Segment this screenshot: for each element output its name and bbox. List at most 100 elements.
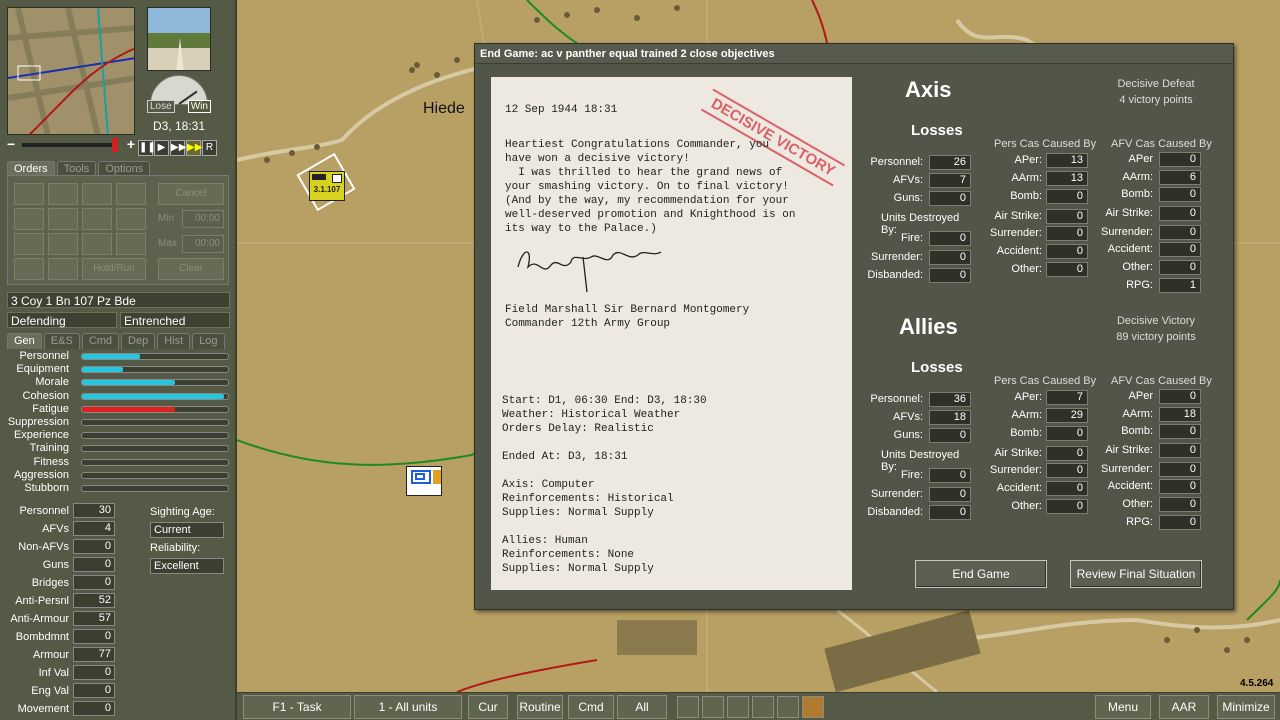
axis-pers-aarm: 13 [1046, 171, 1088, 186]
time-increase-icon[interactable]: + [127, 136, 135, 152]
minimap[interactable] [7, 7, 135, 135]
bomb-pers-label: Bomb: [1010, 427, 1042, 439]
order-button-5[interactable] [14, 208, 44, 230]
up-arrow-icon[interactable] [777, 696, 799, 718]
commander-icon[interactable] [802, 696, 824, 718]
tab-log[interactable]: Log [192, 333, 225, 349]
time-decrease-icon[interactable]: − [7, 136, 15, 152]
axis-pers-air: 0 [1046, 209, 1088, 224]
hold-run-button[interactable]: Hold/Run [82, 258, 146, 280]
accident-pers-label: Accident: [996, 482, 1042, 494]
order-button-10[interactable] [48, 233, 78, 255]
other-pers-label: Other: [1011, 263, 1042, 275]
attribute-track [81, 445, 229, 453]
end-game-button[interactable]: End Game [915, 560, 1047, 588]
fastest-button[interactable]: ▶▶▶ [186, 140, 210, 156]
aper-afv-label: APer [1128, 390, 1153, 402]
order-button-12[interactable] [116, 233, 146, 255]
tab-es[interactable]: E&S [43, 333, 80, 349]
routine-button[interactable]: Routine [517, 695, 563, 719]
attribute-bar-row: Morale [7, 376, 229, 389]
tab-hist[interactable]: Hist [157, 333, 191, 349]
clear-button[interactable]: Clear [158, 258, 224, 280]
fast-button[interactable]: ▶▶ [170, 140, 186, 156]
pause-button[interactable]: ❚❚ [138, 140, 156, 156]
air-afv-label: Air Strike: [1105, 444, 1153, 456]
play-button[interactable]: ▶ [154, 140, 169, 156]
tab-cmd[interactable]: Cmd [81, 333, 120, 349]
attribute-bar-row: Personnel [7, 350, 229, 363]
tab-dep[interactable]: Dep [121, 333, 156, 349]
cur-button[interactable]: Cur [468, 695, 508, 719]
attribute-bar-row: Fatigue [7, 403, 229, 416]
attribute-track [81, 471, 229, 479]
axis-pers-bomb: 0 [1046, 189, 1088, 204]
game-summary: Start: D1, 06:30 End: D3, 18:30 Weather:… [502, 395, 707, 575]
minimize-button[interactable]: Minimize [1217, 695, 1275, 719]
attribute-bar-row: Aggression [7, 469, 229, 482]
order-button-14[interactable] [48, 258, 78, 280]
allies-losses-title: Losses [911, 359, 963, 376]
aarm-pers-label: AArm: [1011, 409, 1042, 421]
replay-button[interactable]: R [202, 140, 217, 156]
grid-icon[interactable] [677, 696, 699, 718]
order-button-8[interactable] [116, 208, 146, 230]
surrender-afv-label: Surrender: [1101, 226, 1153, 238]
unit-name: 3 Coy 1 Bn 107 Pz Bde [7, 292, 230, 308]
axis-pers-accident: 0 [1046, 244, 1088, 259]
order-button-2[interactable] [48, 183, 78, 205]
attribute-fill [82, 354, 141, 359]
signature-title: Commander 12th Army Group [505, 318, 671, 330]
axis-afv-aarm: 6 [1159, 170, 1201, 185]
stat-value: 0 [73, 701, 115, 716]
axis-afv-surrender: 0 [1159, 225, 1201, 240]
lines-icon[interactable] [727, 696, 749, 718]
axis-destroyed-surrender: 0 [929, 250, 971, 265]
order-button-4[interactable] [116, 183, 146, 205]
speed-controls: ❚❚ ▶ ▶▶ ▶▶▶ R [138, 140, 217, 156]
menu-button[interactable]: Menu [1095, 695, 1151, 719]
time-slider[interactable]: − + [7, 136, 135, 152]
allied-unit-counter[interactable] [406, 466, 442, 496]
unit-counter-label: 3.1.107 [313, 185, 341, 194]
order-button-1[interactable] [14, 183, 44, 205]
axis-unit-counter[interactable]: 3.1.107 [309, 171, 345, 201]
tab-gen[interactable]: Gen [7, 333, 42, 349]
order-button-11[interactable] [82, 233, 112, 255]
info-tabs: Gen E&S Cmd Dep Hist Log [7, 333, 225, 349]
task-button[interactable]: F1 - Task [243, 695, 351, 719]
review-final-situation-button[interactable]: Review Final Situation [1070, 560, 1202, 588]
aar-button[interactable]: AAR [1159, 695, 1209, 719]
min-field[interactable]: 00:00 [182, 210, 224, 228]
order-button-13[interactable] [14, 258, 44, 280]
attribute-bar-row: Cohesion [7, 390, 229, 403]
units-icon[interactable] [702, 696, 724, 718]
allies-destroyed-surrender: 0 [929, 487, 971, 502]
time-slider-knob[interactable] [112, 138, 118, 152]
dialog-title: End Game: ac v panther equal trained 2 c… [475, 44, 1233, 64]
allies-afv-accident: 0 [1159, 479, 1201, 494]
cancel-button[interactable]: Cancel [158, 183, 224, 205]
version-label: 4.5.264 [1240, 678, 1274, 689]
victory-letter: 12 Sep 1944 18:31 DECISIVE VICTORY Heart… [491, 77, 852, 590]
all-button[interactable]: All [617, 695, 667, 719]
signature-image [517, 251, 662, 293]
units-button[interactable]: 1 - All units [354, 695, 462, 719]
order-button-9[interactable] [14, 233, 44, 255]
attribute-track [81, 419, 229, 426]
attribute-track [81, 353, 229, 360]
hq-view-icon[interactable] [752, 696, 774, 718]
order-button-7[interactable] [82, 208, 112, 230]
attribute-fill [82, 367, 123, 373]
order-button-3[interactable] [82, 183, 112, 205]
order-button-6[interactable] [48, 208, 78, 230]
end-game-dialog: End Game: ac v panther equal trained 2 c… [474, 43, 1234, 610]
axis-gun-losses: 0 [929, 191, 971, 206]
cmd-button[interactable]: Cmd [568, 695, 614, 719]
stat-value: 52 [73, 593, 115, 608]
allies-pers-accident: 0 [1046, 481, 1088, 496]
max-field[interactable]: 00:00 [182, 235, 224, 253]
accident-pers-label: Accident: [996, 245, 1042, 257]
allies-pers-bomb: 0 [1046, 426, 1088, 441]
attribute-track [81, 366, 229, 374]
